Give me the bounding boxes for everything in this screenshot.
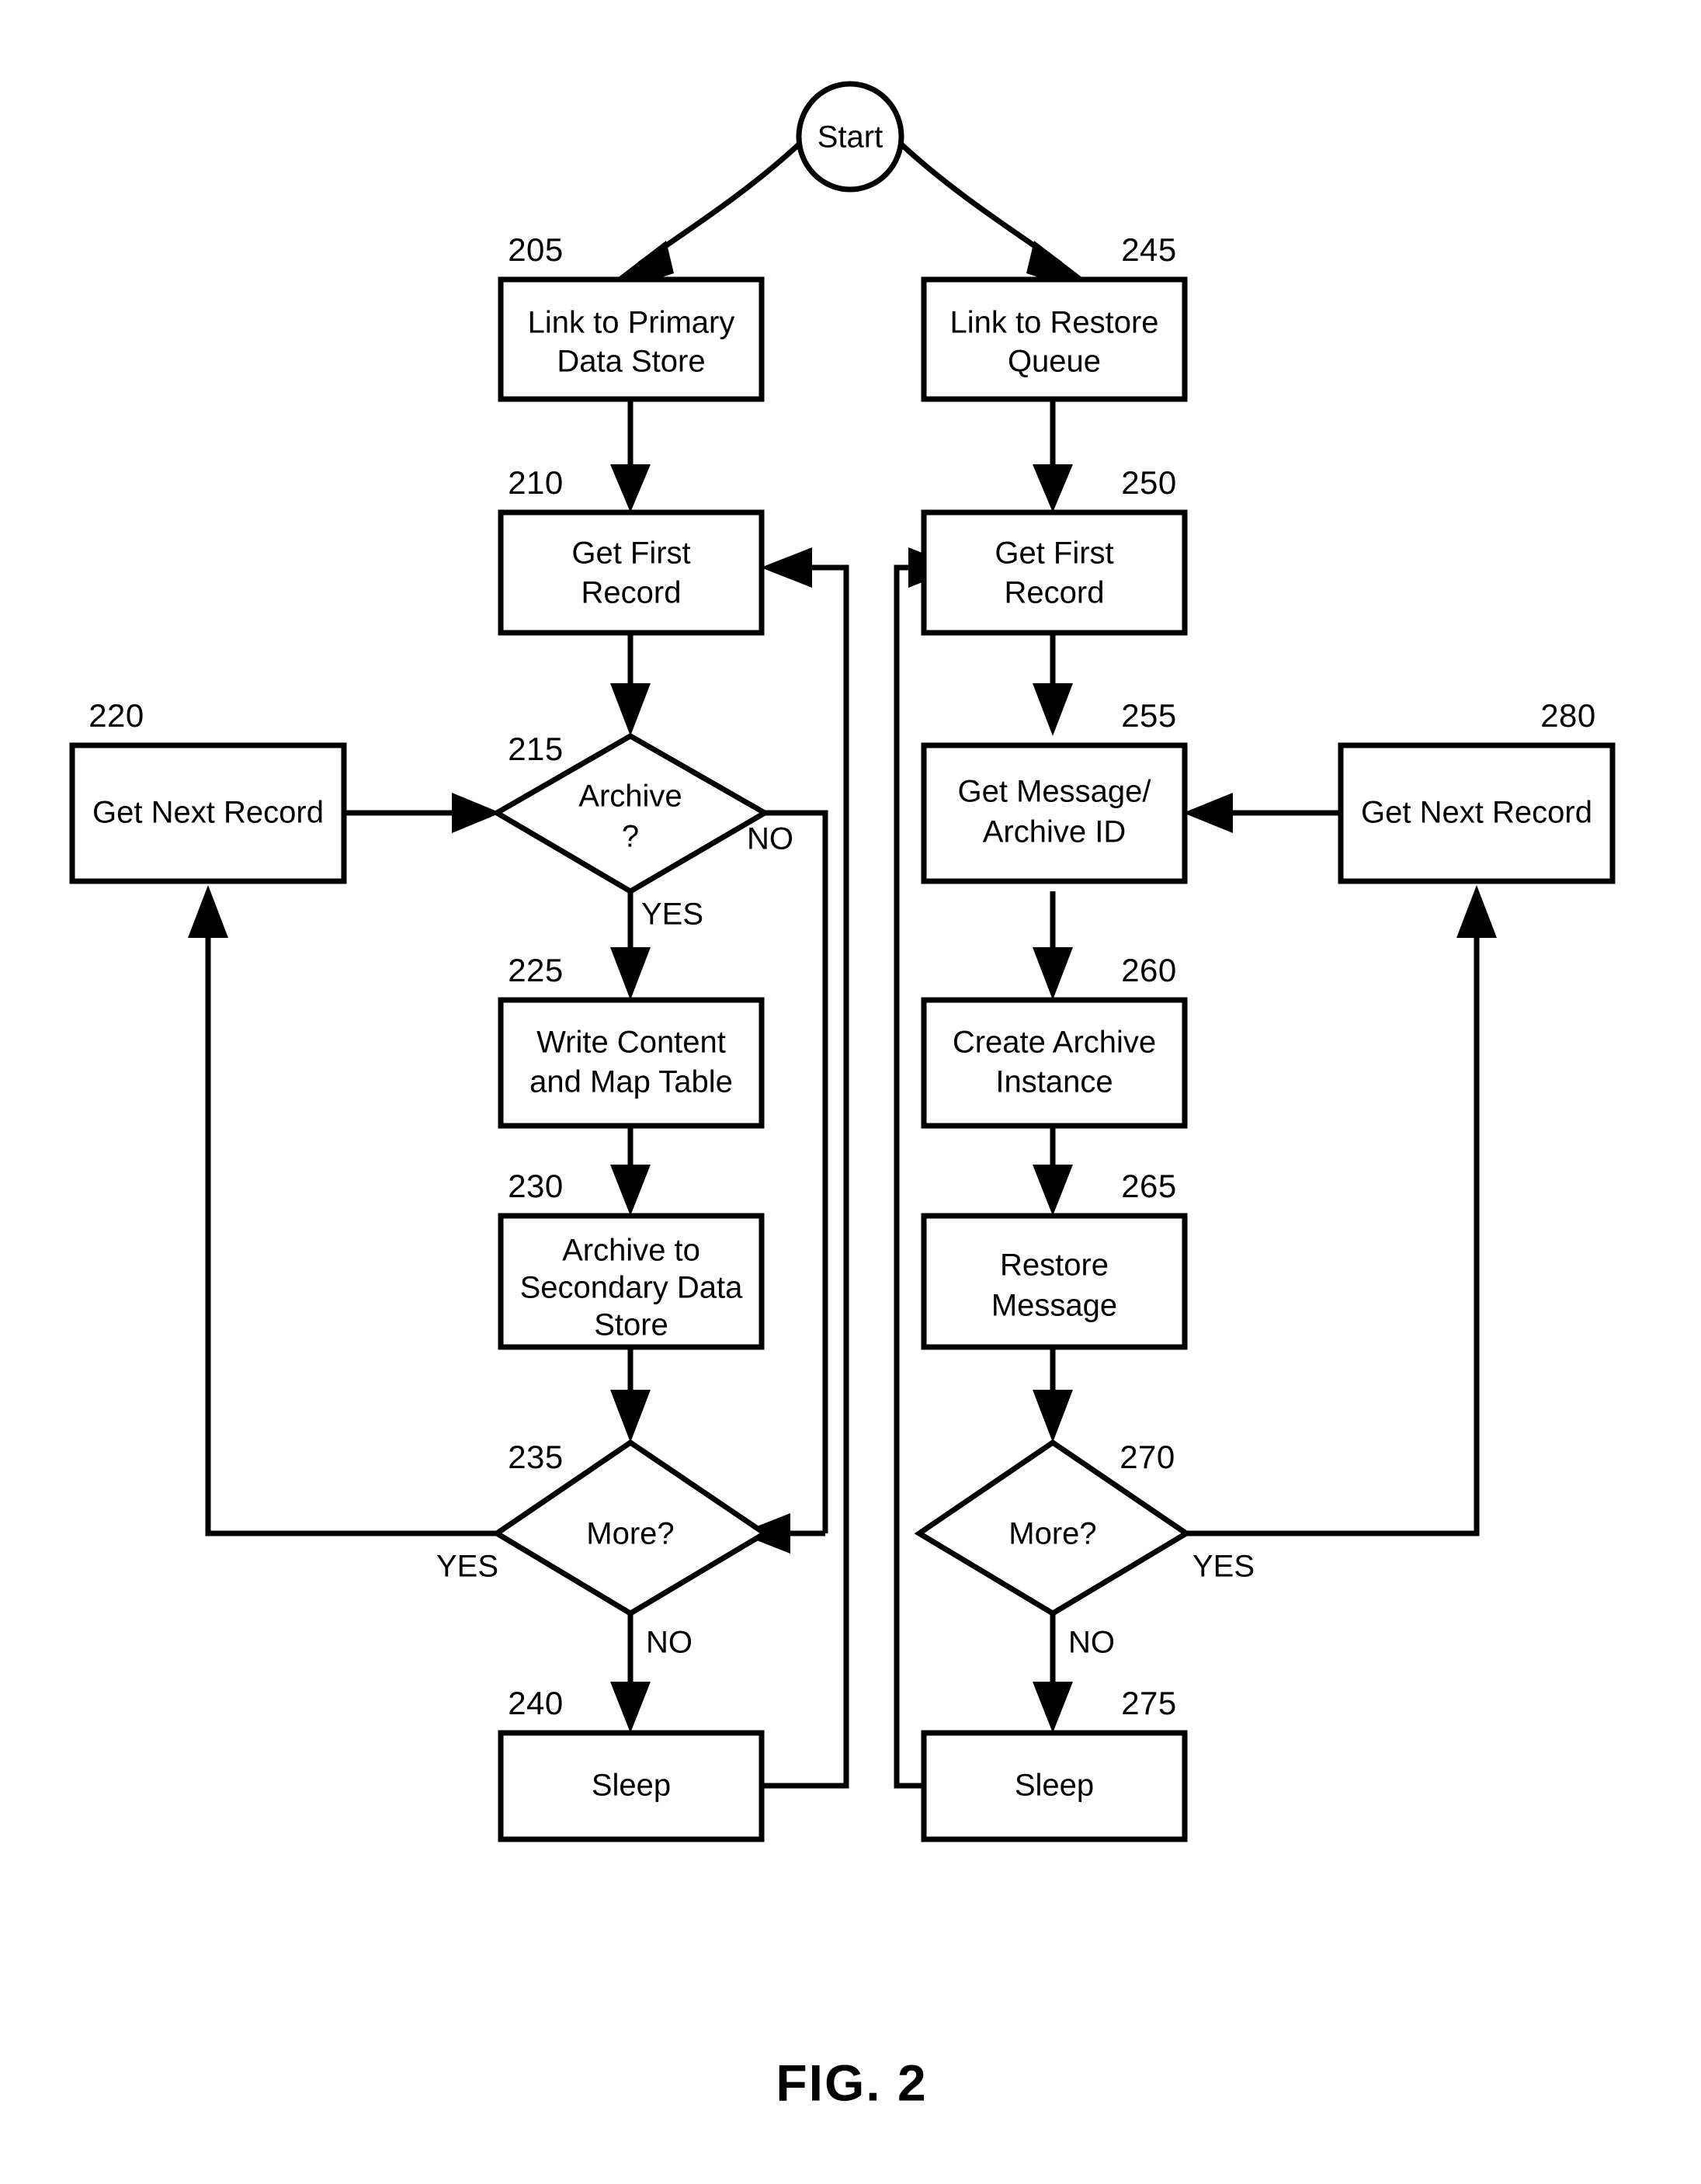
- node-210-line1: Get First: [571, 536, 690, 571]
- edge-label-archive-yes: YES: [641, 898, 703, 932]
- connector-start-to-245: [898, 141, 1087, 283]
- connector-280-to-255: [1183, 793, 1341, 833]
- edge-label-more-right-no: NO: [1068, 1626, 1115, 1660]
- ref-num-250: 250: [1121, 464, 1177, 501]
- node-225-line2: and Map Table: [529, 1065, 733, 1099]
- connector-245-to-250: [1033, 399, 1073, 512]
- ref-num-230: 230: [508, 1168, 564, 1204]
- node-260-line1: Create Archive: [953, 1026, 1156, 1060]
- ref-num-245: 245: [1121, 231, 1177, 268]
- ref-num-215: 215: [508, 731, 564, 767]
- ref-num-265: 265: [1121, 1168, 1177, 1204]
- node-250-line1: Get First: [995, 536, 1113, 571]
- node-215: Archive ? 215 NO YES: [491, 731, 793, 932]
- node-265-line1: Restore: [1000, 1248, 1109, 1283]
- node-245-line1: Link to Restore: [949, 306, 1158, 340]
- connector-250-to-255: [1033, 633, 1073, 736]
- start-node: Start: [796, 81, 904, 193]
- node-205-line2: Data Store: [557, 345, 705, 379]
- connector-260-to-265: [1033, 1126, 1073, 1216]
- connector-265-to-270: [1033, 1347, 1073, 1443]
- node-260-line2: Instance: [995, 1065, 1113, 1099]
- ref-num-255: 255: [1121, 697, 1177, 734]
- connector-start-to-205: [613, 141, 802, 283]
- connector-275-to-250: [894, 547, 960, 1789]
- node-215-line1: Archive: [578, 780, 682, 814]
- ref-num-225: 225: [508, 952, 564, 988]
- node-275-label: Sleep: [1015, 1769, 1094, 1803]
- connector-220-to-215: [344, 793, 501, 833]
- node-220-label: Get Next Record: [92, 796, 324, 830]
- edge-label-more-left-no: NO: [646, 1626, 693, 1660]
- connector-210-to-215: [610, 633, 651, 736]
- ref-num-260: 260: [1121, 952, 1177, 988]
- node-270-label: More?: [1008, 1517, 1096, 1551]
- connector-240-to-210: [761, 547, 849, 1789]
- node-235: More? 235 YES NO: [436, 1439, 770, 1660]
- connector-215-no-to-235: [739, 810, 828, 1554]
- node-270: More? 270 YES NO: [914, 1439, 1255, 1660]
- node-205-line1: Link to Primary: [528, 306, 735, 340]
- connector-230-to-235: [610, 1347, 651, 1443]
- ref-num-205: 205: [508, 231, 564, 268]
- node-230-line3: Store: [594, 1308, 668, 1342]
- node-230-line2: Secondary Data: [520, 1271, 744, 1305]
- connector-225-to-230: [610, 1126, 651, 1216]
- flowchart-canvas: Start Link to Primary Data Store 205 Lin…: [69, 81, 1616, 2111]
- node-210-line2: Record: [581, 576, 682, 610]
- node-250-line2: Record: [1005, 576, 1105, 610]
- connector-205-to-210: [610, 399, 651, 512]
- node-255-line1: Get Message/: [957, 775, 1151, 809]
- node-230-line1: Archive to: [562, 1234, 700, 1268]
- node-280: Get Next Record 280: [1338, 697, 1616, 884]
- ref-num-235: 235: [508, 1439, 564, 1475]
- connector-235-no-to-240: [610, 1613, 651, 1733]
- connector-270-yes-to-280: [1163, 885, 1497, 1536]
- ref-num-275: 275: [1121, 1685, 1177, 1721]
- ref-num-240: 240: [508, 1685, 564, 1721]
- node-220: Get Next Record 220: [69, 697, 347, 884]
- node-280-label: Get Next Record: [1361, 796, 1592, 830]
- node-215-line2: ?: [622, 820, 639, 854]
- node-240-label: Sleep: [592, 1769, 671, 1803]
- ref-num-270: 270: [1120, 1439, 1175, 1475]
- ref-num-210: 210: [508, 464, 564, 501]
- start-node-label: Start: [818, 120, 883, 155]
- node-255-line2: Archive ID: [983, 815, 1126, 849]
- ref-num-220: 220: [89, 697, 144, 734]
- edge-label-more-left-yes: YES: [436, 1550, 498, 1584]
- node-265-line2: Message: [991, 1289, 1117, 1323]
- node-245-line2: Queue: [1008, 345, 1101, 379]
- node-205: Link to Primary Data Store 205: [498, 231, 765, 402]
- edge-label-archive-no: NO: [747, 822, 793, 856]
- ref-num-280: 280: [1540, 697, 1596, 734]
- node-225-line1: Write Content: [536, 1026, 726, 1060]
- patent-figure-sheet: Start Link to Primary Data Store 205 Lin…: [0, 0, 1701, 2184]
- connector-270-no-to-275: [1033, 1613, 1073, 1733]
- edge-label-more-right-yes: YES: [1192, 1550, 1255, 1584]
- connector-255-to-260: [1033, 891, 1073, 1000]
- figure-caption: FIG. 2: [776, 2054, 927, 2111]
- node-235-label: More?: [586, 1517, 674, 1551]
- connector-235-yes-to-220: [188, 885, 522, 1536]
